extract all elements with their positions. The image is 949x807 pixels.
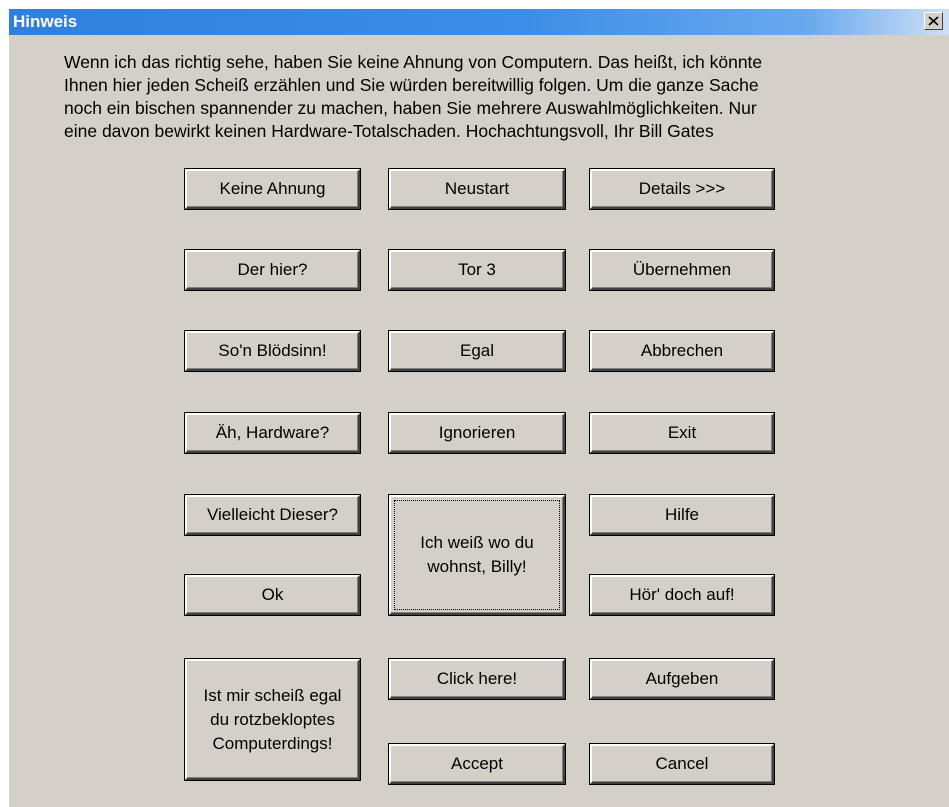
message-line: Wenn ich das richtig sehe, haben Sie kei… <box>64 52 763 72</box>
scheiss-egal-button-line: du rotzbekloptes <box>210 709 335 729</box>
click-here-button[interactable]: Click here! <box>389 659 565 699</box>
hoer-doch-auf-button[interactable]: Hör' doch auf! <box>590 575 774 615</box>
close-button[interactable] <box>924 12 943 30</box>
neustart-button[interactable]: Neustart <box>389 169 565 209</box>
hardware-button[interactable]: Äh, Hardware? <box>185 413 360 453</box>
ignorieren-button[interactable]: Ignorieren <box>389 413 565 453</box>
scheiss-egal-button-line: Ist mir scheiß egal <box>203 685 342 705</box>
dialog-message: Wenn ich das richtig sehe, haben Sie kei… <box>64 51 924 143</box>
message-line: Ihnen hier jeden Scheiß erzählen und Sie… <box>64 75 759 95</box>
aufgeben-button[interactable]: Aufgeben <box>590 659 774 699</box>
scheiss-egal-button-line: Computerdings! <box>212 733 333 753</box>
hilfe-button[interactable]: Hilfe <box>590 495 774 535</box>
title-bar[interactable]: Hinweis <box>9 9 949 35</box>
dialog-title: Hinweis <box>13 12 78 31</box>
blodsinn-button[interactable]: So'n Blödsinn! <box>185 331 360 371</box>
billy-button-line: wohnst, Billy! <box>427 557 527 576</box>
close-icon <box>928 16 939 26</box>
message-line: noch ein bischen spannender zu machen, h… <box>64 98 757 118</box>
egal-button[interactable]: Egal <box>389 331 565 371</box>
hinweis-dialog: Hinweis Wenn ich das richtig sehe, haben… <box>8 8 949 807</box>
exit-button[interactable]: Exit <box>590 413 774 453</box>
scheiss-egal-button[interactable]: Ist mir scheiß egal du rotzbekloptes Com… <box>185 659 360 780</box>
tor-3-button[interactable]: Tor 3 <box>389 250 565 290</box>
abbrechen-button[interactable]: Abbrechen <box>590 331 774 371</box>
details-button[interactable]: Details >>> <box>590 169 774 209</box>
der-hier-button[interactable]: Der hier? <box>185 250 360 290</box>
billy-button-line: Ich weiß wo du <box>420 533 534 552</box>
ok-button[interactable]: Ok <box>185 575 360 615</box>
message-line: eine davon bewirkt keinen Hardware-Total… <box>64 121 714 141</box>
keine-ahnung-button[interactable]: Keine Ahnung <box>185 169 360 209</box>
uebernehmen-button[interactable]: Übernehmen <box>590 250 774 290</box>
vielleicht-dieser-button[interactable]: Vielleicht Dieser? <box>185 495 360 535</box>
accept-button[interactable]: Accept <box>389 744 565 784</box>
billy-button[interactable]: Ich weiß wo du wohnst, Billy! <box>389 495 565 615</box>
cancel-button[interactable]: Cancel <box>590 744 774 784</box>
